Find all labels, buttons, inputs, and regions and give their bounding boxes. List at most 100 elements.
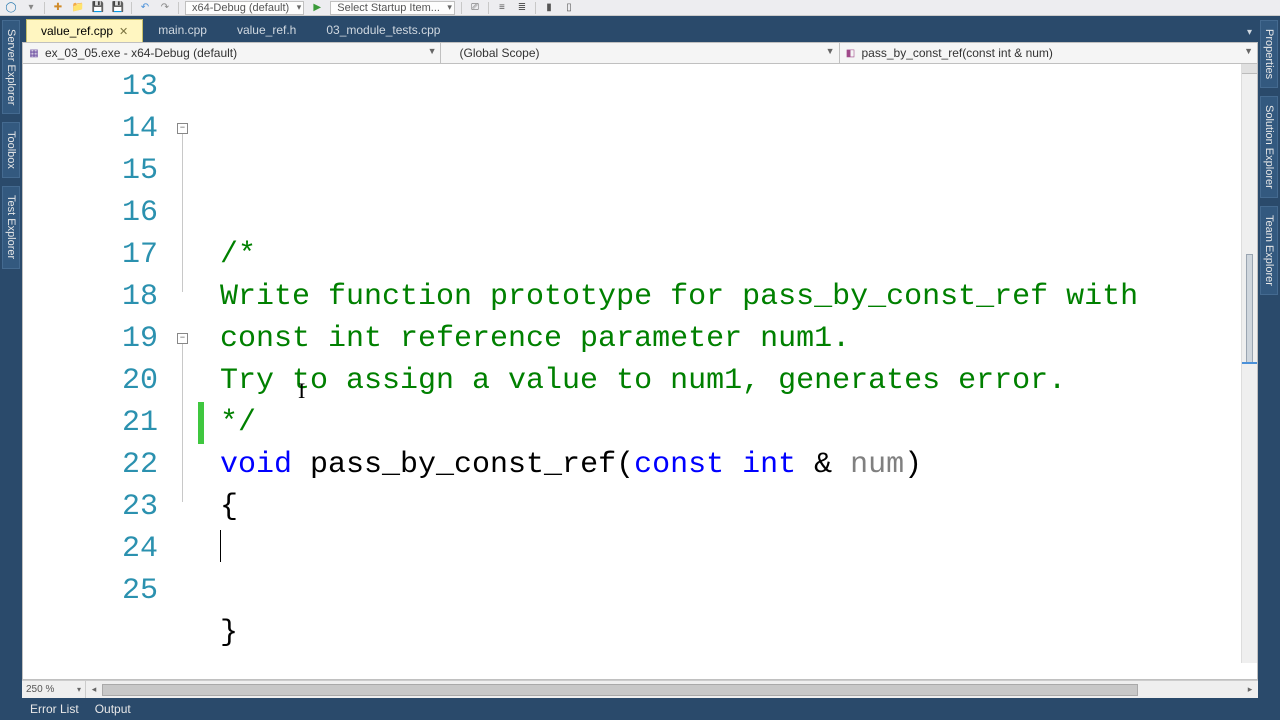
line-number: 16 [23,192,158,234]
function-combo[interactable]: ◧ pass_by_const_ref(const int & num) ▼ [840,43,1257,63]
chevron-down-icon: ▾ [77,685,81,694]
misc-icon[interactable]: ⎚ [468,1,482,15]
scroll-thumb[interactable] [102,684,1138,696]
redo-icon[interactable]: ↷ [158,1,172,15]
toolbar-separator [535,2,536,14]
undo-icon[interactable]: ↶ [138,1,152,15]
output-tab[interactable]: Output [95,702,131,716]
code-text-area[interactable]: I /*Write function prototype for pass_by… [198,64,1257,679]
line-number: 21 [23,402,158,444]
code-line[interactable] [220,570,1257,612]
file-tab-label: 03_module_tests.cpp [326,23,440,37]
nav-back-icon[interactable]: ◯ [4,1,18,15]
file-tab-bar: value_ref.cpp ✕ main.cpp value_ref.h 03_… [22,16,1258,42]
open-icon[interactable]: 📁 [71,1,85,15]
toolbar-separator [178,2,179,14]
line-number: 19 [23,318,158,360]
split-handle[interactable] [1242,64,1257,74]
code-line[interactable] [220,654,1257,680]
main-toolbar: ◯ ▾ ✚ 📁 💾 💾 ↶ ↷ x64-Debug (default) ▶ Se… [0,0,1280,16]
chevron-down-icon: ▼ [428,46,437,56]
file-tab-module-tests-cpp[interactable]: 03_module_tests.cpp [311,18,455,42]
line-number: 22 [23,444,158,486]
text-cursor-icon: I [298,370,305,412]
chevron-down-icon: ▼ [826,46,835,56]
line-number: 18 [23,276,158,318]
code-line[interactable]: Try to assign a value to num1, generates… [220,360,1257,402]
code-line[interactable]: void pass_by_const_ref(const int & num) [220,444,1257,486]
code-line[interactable]: const int reference parameter num1. [220,318,1257,360]
zoom-combo[interactable]: 250 % ▾ [22,681,86,698]
fold-guide [182,134,183,292]
line-number-gutter: − − 13141516171819202122232425 [23,64,198,679]
code-line[interactable]: } [220,612,1257,654]
toolbar-separator [44,2,45,14]
config-combo[interactable]: x64-Debug (default) [185,1,304,15]
comment-icon[interactable]: ▮ [542,1,556,15]
editor-area: value_ref.cpp ✕ main.cpp value_ref.h 03_… [22,16,1258,698]
save-icon[interactable]: 💾 [91,1,105,15]
scroll-left-icon[interactable]: ◂ [86,682,102,698]
vertical-scrollbar[interactable] [1241,64,1257,663]
fold-guide [182,344,183,502]
line-number: 17 [23,234,158,276]
project-combo-label: ex_03_05.exe - x64-Debug (default) [45,46,237,60]
toolbox-tab[interactable]: Toolbox [2,122,20,178]
code-line[interactable]: */ [220,402,1257,444]
outdent-icon[interactable]: ≣ [515,1,529,15]
file-tab-value-ref-h[interactable]: value_ref.h [222,18,311,42]
server-explorer-tab[interactable]: Server Explorer [2,20,20,114]
horizontal-scrollbar[interactable]: ◂ ▸ [86,682,1258,698]
nav-bar: ▦ ex_03_05.exe - x64-Debug (default) ▼ (… [22,42,1258,64]
project-icon: ▦ [27,46,41,60]
code-line[interactable]: /* [220,234,1257,276]
startup-combo[interactable]: Select Startup Item... [330,1,455,15]
code-pane[interactable]: − − 13141516171819202122232425 I /*Write … [22,64,1258,680]
fold-toggle-icon[interactable]: − [177,333,188,344]
toolbar-separator [488,2,489,14]
line-number: 25 [23,570,158,612]
function-icon: ◧ [844,46,858,60]
code-line[interactable]: { [220,486,1257,528]
scope-combo[interactable]: (Global Scope) ▼ [441,43,839,63]
tab-overflow-icon[interactable]: ▾ [1241,23,1258,42]
file-tab-value-ref-cpp[interactable]: value_ref.cpp ✕ [26,19,143,42]
function-combo-label: pass_by_const_ref(const int & num) [862,46,1053,60]
uncomment-icon[interactable]: ▯ [562,1,576,15]
line-number: 14 [23,108,158,150]
chevron-down-icon: ▼ [1244,46,1253,56]
test-explorer-tab[interactable]: Test Explorer [2,186,20,268]
line-number: 24 [23,528,158,570]
scroll-right-icon[interactable]: ▸ [1242,682,1258,698]
bottom-dock: Error List Output [22,698,1258,720]
project-combo[interactable]: ▦ ex_03_05.exe - x64-Debug (default) ▼ [23,43,441,63]
line-number: 20 [23,360,158,402]
line-number: 23 [23,486,158,528]
overview-caret [1242,362,1257,364]
properties-tab[interactable]: Properties [1260,20,1278,88]
solution-explorer-tab[interactable]: Solution Explorer [1260,96,1278,198]
code-line[interactable]: Write function prototype for pass_by_con… [220,276,1257,318]
toolbar-separator [131,2,132,14]
line-number: 13 [23,66,158,108]
file-tab-label: main.cpp [158,23,207,37]
close-icon[interactable]: ✕ [119,25,128,38]
new-item-icon[interactable]: ✚ [51,1,65,15]
file-tab-main-cpp[interactable]: main.cpp [143,18,222,42]
overview-region [1246,254,1253,364]
toolbar-separator [461,2,462,14]
file-tab-label: value_ref.h [237,23,296,37]
zoom-value: 250 % [26,684,54,695]
team-explorer-tab[interactable]: Team Explorer [1260,206,1278,295]
code-line[interactable] [220,528,1257,570]
code-line[interactable] [220,192,1257,234]
fold-toggle-icon[interactable]: − [177,123,188,134]
line-number: 15 [23,150,158,192]
save-all-icon[interactable]: 💾 [111,1,125,15]
run-icon[interactable]: ▶ [310,1,324,15]
error-list-tab[interactable]: Error List [30,702,79,716]
file-tab-label: value_ref.cpp [41,24,113,38]
indent-icon[interactable]: ≡ [495,1,509,15]
nav-fwd-icon[interactable]: ▾ [24,1,38,15]
left-dock: Server Explorer Toolbox Test Explorer [0,16,22,720]
